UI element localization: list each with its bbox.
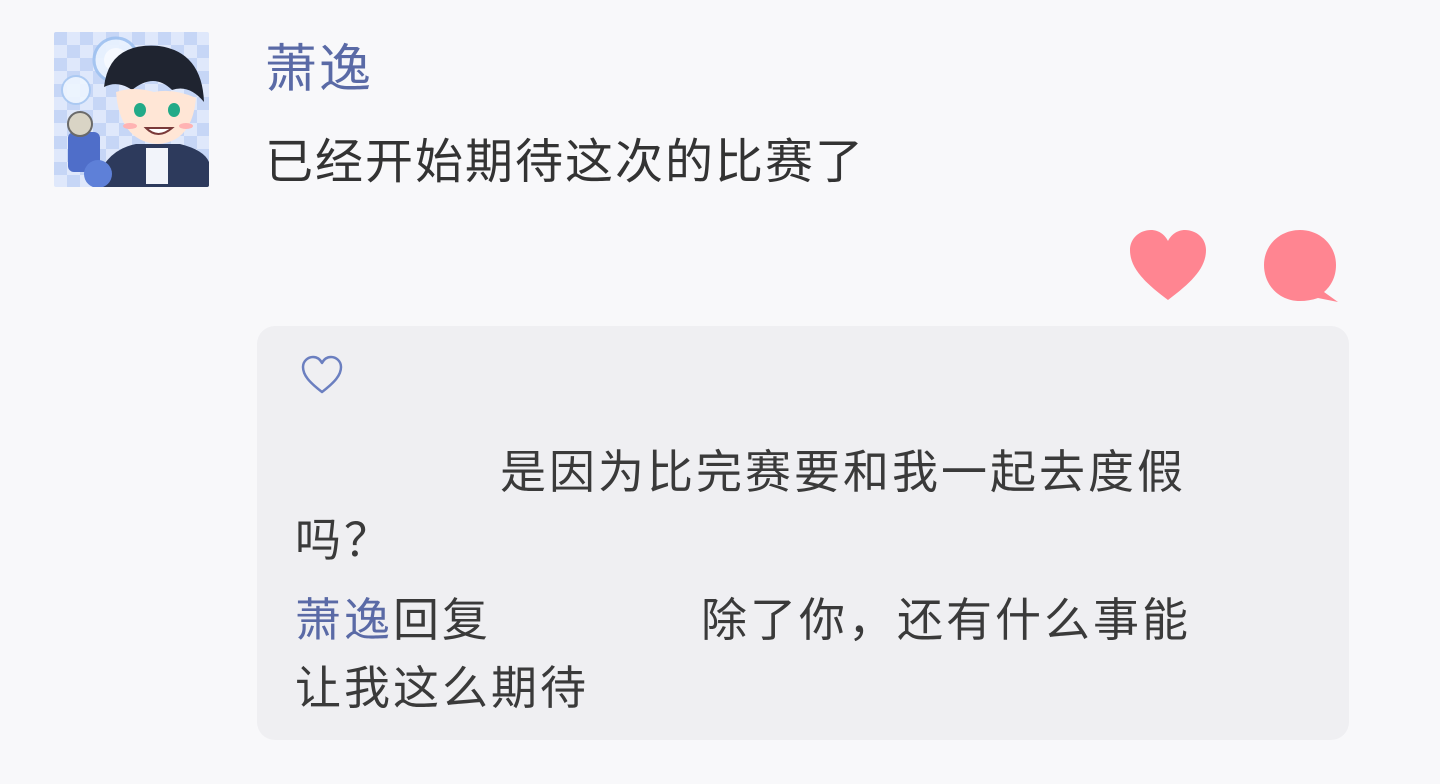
avatar[interactable] xyxy=(54,32,209,187)
reply-verb: 回复 xyxy=(393,593,491,647)
comment-button[interactable] xyxy=(1262,228,1340,304)
reply-line-2: 让我这么期待 xyxy=(295,661,589,715)
reply-like-button[interactable] xyxy=(299,354,345,396)
comment-icon xyxy=(1264,230,1338,302)
like-button[interactable] xyxy=(1128,228,1208,302)
reply-line-1: 萧逸回复 除了你，还有什么事能 xyxy=(295,590,1191,650)
avatar-illustration xyxy=(54,32,209,187)
heart-outline-icon xyxy=(301,355,343,394)
reply-box: 是因为比完赛要和我一起去度假 吗？ 萧逸回复 除了你，还有什么事能 让我这么期待 xyxy=(257,326,1349,740)
author-name[interactable]: 萧逸 xyxy=(265,38,373,102)
message-line-2: 吗？ xyxy=(295,513,393,567)
message-line-1: 是因为比完赛要和我一起去度假 xyxy=(500,445,1186,499)
reply-text-1: 除了你，还有什么事能 xyxy=(701,593,1191,647)
post-text: 已经开始期待这次的比赛了 xyxy=(265,134,866,190)
reply-author-name[interactable]: 萧逸 xyxy=(295,593,393,647)
heart-icon xyxy=(1130,230,1206,300)
comment-post: 萧逸 已经开始期待这次的比赛了 是因为比完赛要和我一起去度假 吗？ 萧逸回复 除了… xyxy=(0,0,1440,784)
